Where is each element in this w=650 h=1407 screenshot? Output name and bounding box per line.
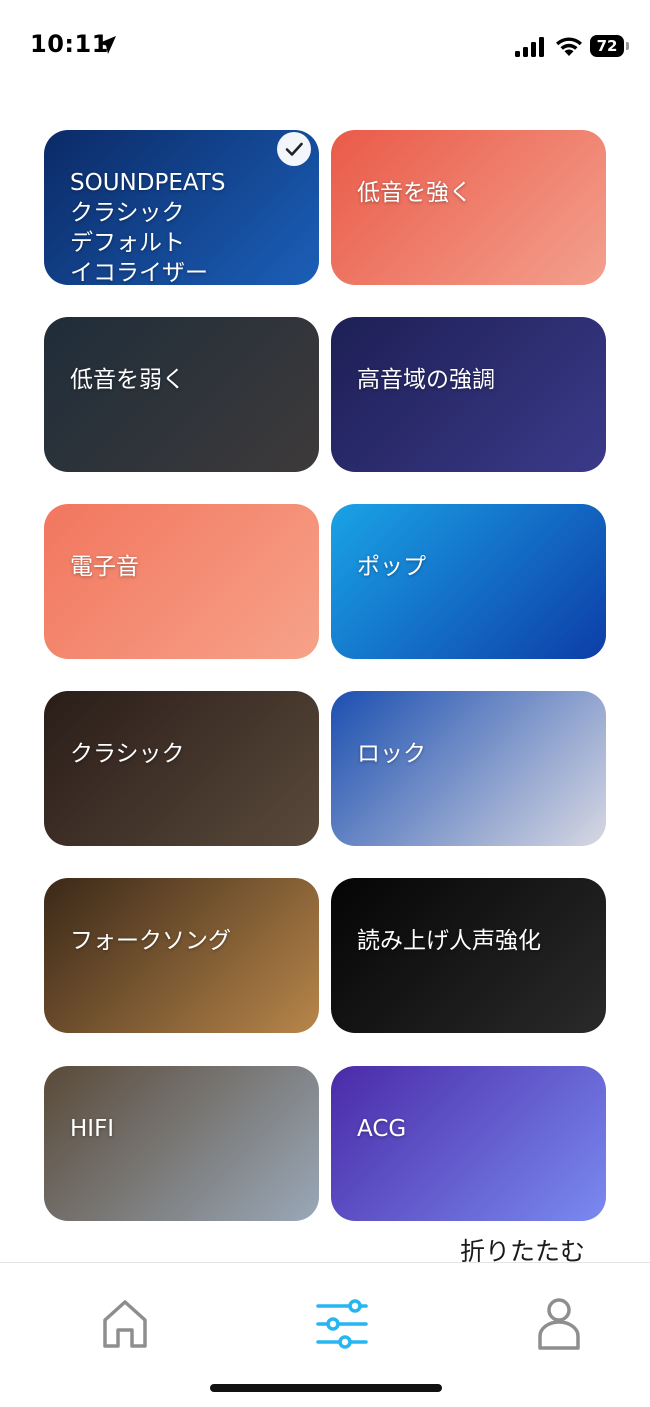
check-icon — [285, 142, 303, 156]
preset-tile[interactable]: クラシック — [44, 691, 319, 846]
preset-tile[interactable]: 高音域の強調 — [331, 317, 606, 472]
preset-label: 低音を弱く — [70, 367, 185, 393]
selected-check-badge — [277, 132, 311, 166]
preset-label: ロック — [357, 741, 426, 767]
preset-label: SOUNDPEATS クラシック デフォルト イコライザー — [70, 170, 226, 285]
equalizer-icon[interactable] — [314, 1298, 370, 1350]
preset-tile[interactable]: 電子音 — [44, 504, 319, 659]
home-icon[interactable] — [100, 1298, 150, 1350]
preset-label: クラシック — [70, 741, 185, 767]
profile-icon[interactable] — [534, 1296, 584, 1352]
preset-tile[interactable]: ACG — [331, 1066, 606, 1221]
preset-tile[interactable]: 低音を強く — [331, 130, 606, 285]
preset-label: 低音を強く — [357, 180, 472, 206]
preset-tile[interactable]: 読み上げ人声強化 — [331, 878, 606, 1033]
preset-label: ポップ — [357, 554, 426, 580]
preset-tile[interactable]: 低音を弱く — [44, 317, 319, 472]
preset-tile[interactable]: SOUNDPEATS クラシック デフォルト イコライザー — [44, 130, 319, 285]
preset-label: HIFI — [70, 1116, 115, 1142]
preset-label: 読み上げ人声強化 — [357, 928, 541, 954]
preset-tile[interactable]: ロック — [331, 691, 606, 846]
nav-divider — [0, 1262, 650, 1263]
preset-label: 電子音 — [70, 554, 139, 580]
preset-label: フォークソング — [70, 928, 231, 954]
home-indicator — [210, 1384, 442, 1392]
preset-tile[interactable]: フォークソング — [44, 878, 319, 1033]
preset-label: ACG — [357, 1116, 407, 1142]
preset-tile[interactable]: HIFI — [44, 1066, 319, 1221]
equalizer-preset-grid: SOUNDPEATS クラシック デフォルト イコライザー 低音を強く低音を弱く 高… — [0, 0, 650, 1250]
preset-label: 高音域の強調 — [357, 367, 495, 393]
preset-tile[interactable]: ポップ — [331, 504, 606, 659]
